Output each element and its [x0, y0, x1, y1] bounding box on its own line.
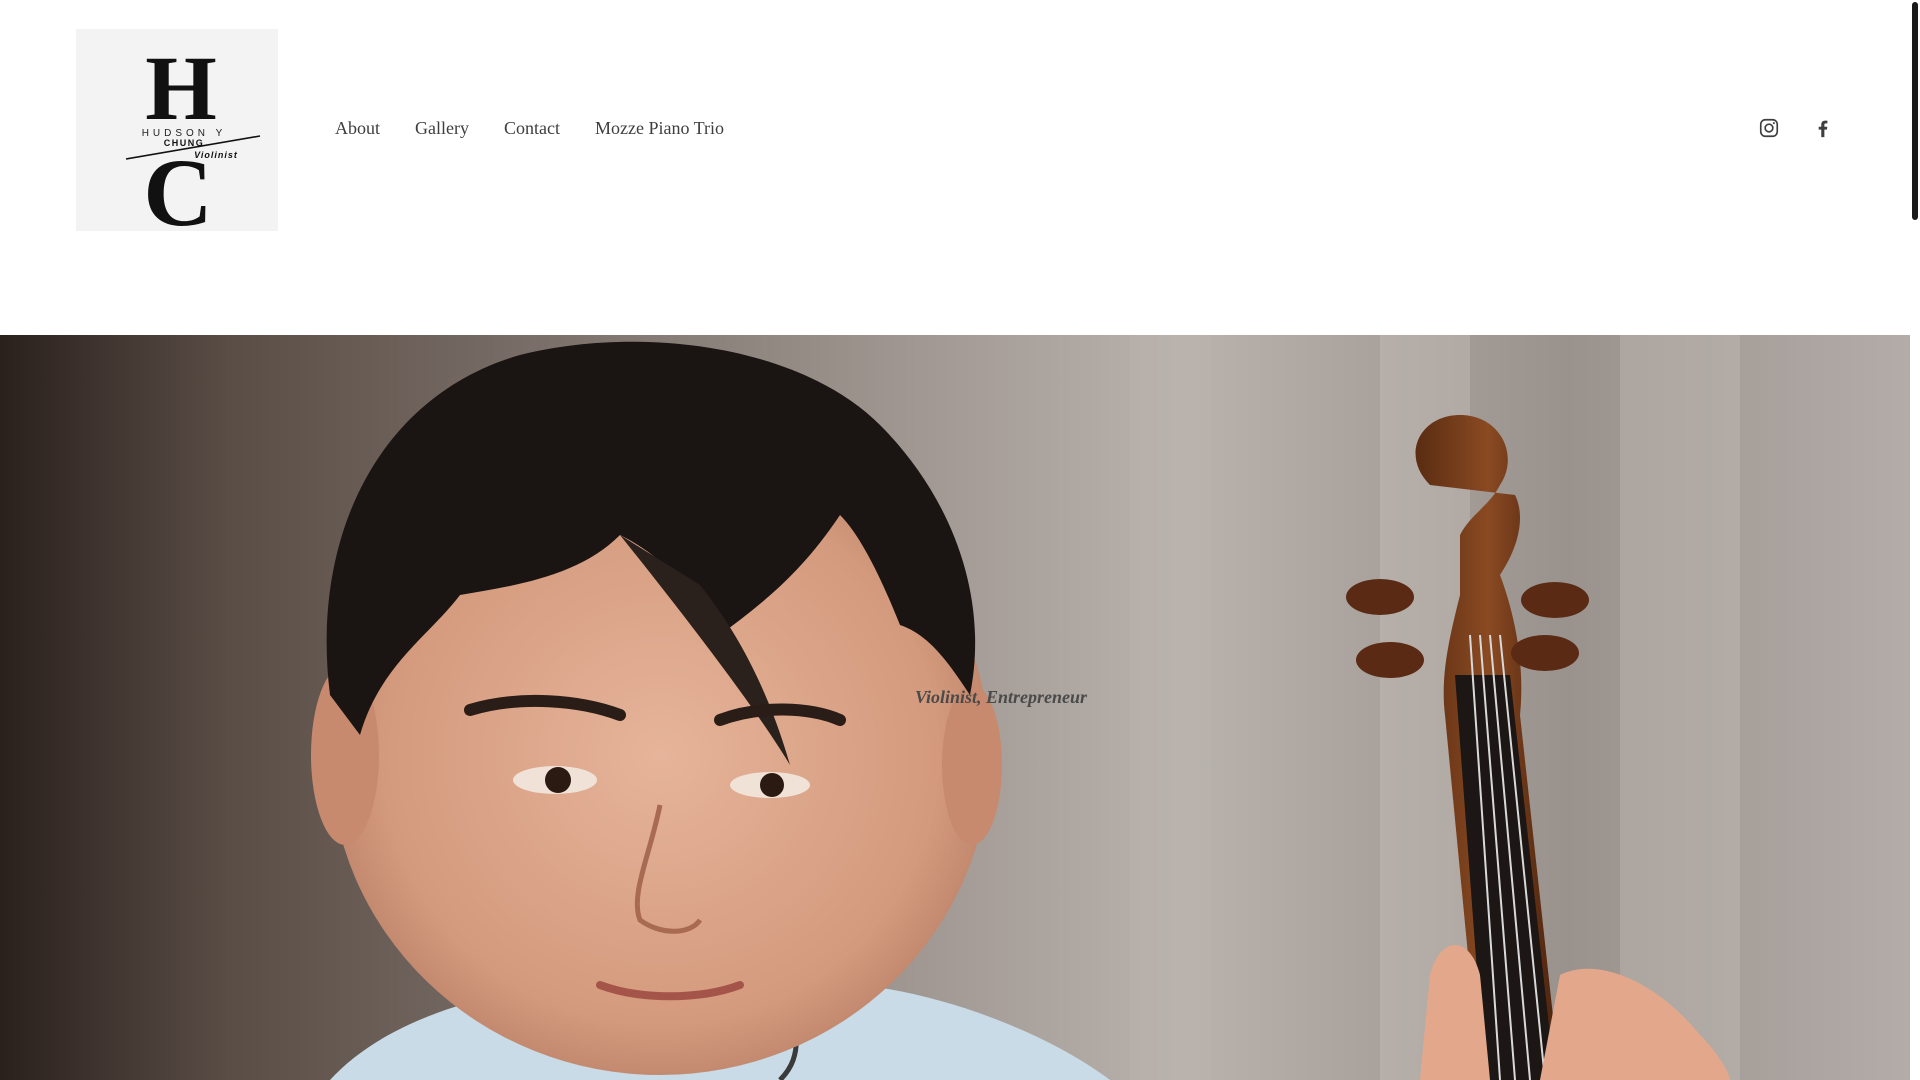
hero-section: Violinist, Entrepreneur: [0, 335, 1910, 1080]
facebook-icon[interactable]: [1812, 117, 1834, 139]
site-header: H HUDSON Y CHUNG Violinist C About Galle…: [0, 0, 1910, 335]
scrollbar-thumb[interactable]: [1912, 2, 1918, 220]
social-links: [0, 117, 1910, 141]
page-scrollbar[interactable]: [1910, 0, 1920, 1080]
logo-monogram-bottom: C: [143, 139, 212, 231]
instagram-icon[interactable]: [1758, 117, 1780, 139]
hero-tagline: Violinist, Entrepreneur: [915, 687, 1088, 707]
page: H HUDSON Y CHUNG Violinist C About Galle…: [0, 0, 1920, 1080]
